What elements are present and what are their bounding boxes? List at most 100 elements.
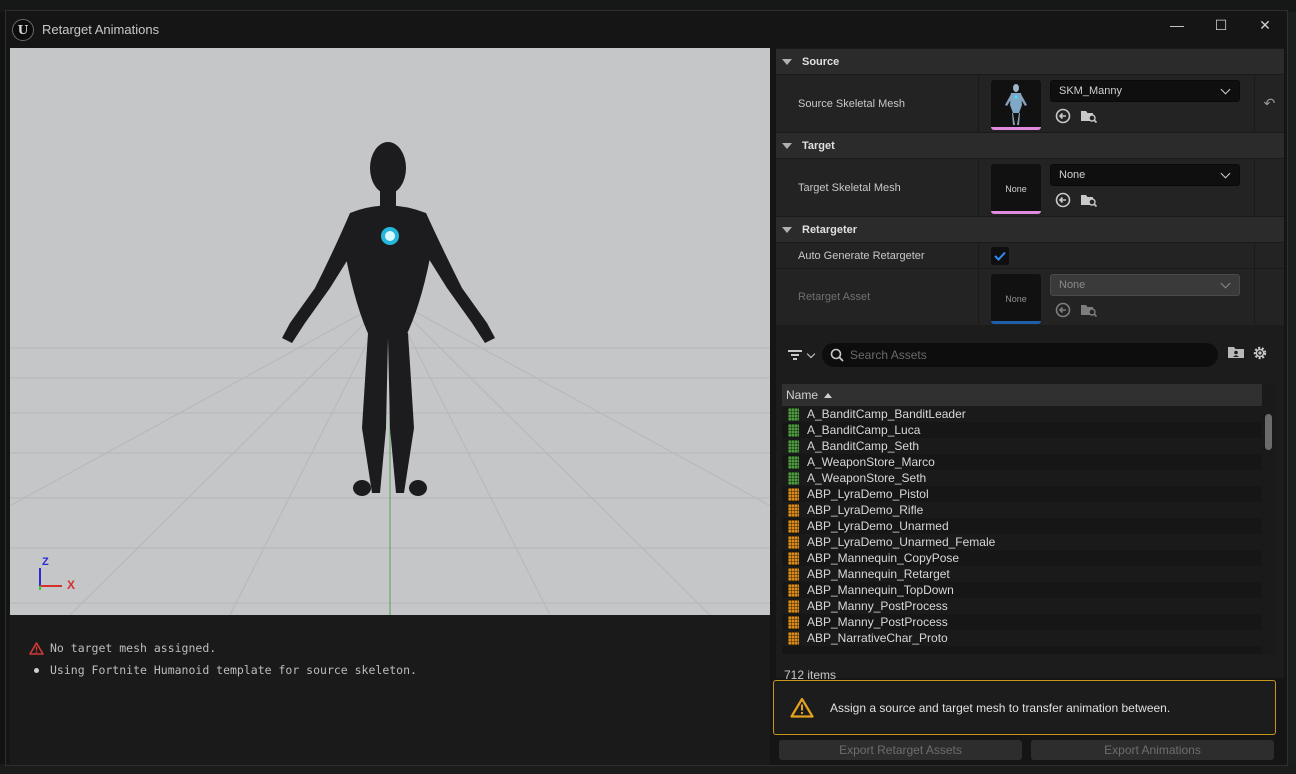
- target-mesh-dropdown[interactable]: None: [1050, 164, 1240, 186]
- asset-items: A_BanditCamp_BanditLeader A_BanditCamp_Lu…: [782, 406, 1276, 646]
- asset-name: ABP_LyraDemo_Pistol: [807, 487, 929, 501]
- search-box[interactable]: [822, 343, 1218, 367]
- asset-list-item[interactable]: ABP_LyraDemo_Unarmed_Female: [782, 534, 1262, 550]
- property-label: Auto Generate Retargeter: [776, 243, 979, 268]
- thumbnail-text: None: [1005, 294, 1027, 304]
- message-error: No target mesh assigned.: [10, 637, 770, 659]
- asset-name: A_BanditCamp_Seth: [807, 439, 920, 453]
- folder-view-icon[interactable]: [1228, 345, 1244, 366]
- asset-list-item[interactable]: ABP_LyraDemo_Rifle: [782, 502, 1262, 518]
- search-icon: [830, 348, 844, 362]
- asset-list-item[interactable]: ABP_LyraDemo_Pistol: [782, 486, 1262, 502]
- viewport-scene: [10, 142, 770, 615]
- target-mesh-thumbnail[interactable]: None: [991, 164, 1041, 214]
- asset-name: ABP_Mannequin_CopyPose: [807, 551, 960, 565]
- use-selected-asset-icon: [1054, 301, 1072, 319]
- animation-sequence-icon: [788, 407, 799, 421]
- scrollbar-thumb[interactable]: [1265, 414, 1272, 450]
- scroll-track[interactable]: [1262, 384, 1276, 654]
- window-controls: — ☐ ✕: [1155, 11, 1287, 39]
- anim-blueprint-icon: [788, 503, 799, 517]
- export-retarget-assets-button[interactable]: Export Retarget Assets: [779, 740, 1022, 760]
- asset-name: A_BanditCamp_Luca: [807, 423, 921, 437]
- retarget-asset-dropdown: None: [1050, 274, 1240, 296]
- asset-list-item[interactable]: ABP_Manny_PostProcess: [782, 598, 1262, 614]
- chevron-down-icon: [1220, 168, 1231, 178]
- asset-list-item[interactable]: ABP_Mannequin_TopDown: [782, 582, 1262, 598]
- category-label: Retargeter: [802, 223, 858, 236]
- anim-blueprint-icon: [788, 583, 799, 597]
- asset-name: ABP_Manny_PostProcess: [807, 615, 948, 629]
- animation-sequence-icon: [788, 471, 799, 485]
- asset-list-item[interactable]: A_WeaponStore_Seth: [782, 470, 1262, 486]
- asset-list-item[interactable]: ABP_Manny_PostProcess: [782, 614, 1262, 630]
- collapse-triangle-icon: [782, 226, 792, 233]
- source-mesh-thumbnail[interactable]: [991, 80, 1041, 130]
- browser-toolbar: [776, 338, 1284, 372]
- anim-blueprint-icon: [788, 615, 799, 629]
- asset-list: Name A_BanditCamp_BanditLeader A_BanditCa…: [782, 384, 1276, 654]
- asset-list-item[interactable]: ABP_Mannequin_Retarget: [782, 566, 1262, 582]
- asset-list-item[interactable]: ABP_NarrativeChar_Proto: [782, 630, 1262, 646]
- settings-gear-icon[interactable]: [1252, 345, 1268, 366]
- category-target[interactable]: Target: [776, 132, 1284, 158]
- target-skeletal-mesh-row: Target Skeletal Mesh None None: [776, 158, 1284, 216]
- category-label: Target: [802, 139, 835, 152]
- title-bar[interactable]: U Retarget Animations — ☐ ✕: [6, 11, 1287, 48]
- property-value: None None: [979, 269, 1254, 325]
- preview-viewport[interactable]: Z X: [10, 48, 770, 615]
- category-retargeter[interactable]: Retargeter: [776, 216, 1284, 242]
- asset-name: ABP_Mannequin_Retarget: [807, 567, 950, 581]
- asset-list-item[interactable]: A_WeaponStore_Marco: [782, 454, 1262, 470]
- collapse-triangle-icon: [782, 58, 792, 65]
- search-assets-input[interactable]: [850, 348, 1190, 362]
- property-value: [979, 243, 1254, 268]
- animation-sequence-icon: [788, 439, 799, 453]
- minimize-button[interactable]: —: [1155, 11, 1199, 39]
- source-mesh-dropdown[interactable]: SKM_Manny: [1050, 80, 1240, 102]
- auto-generate-checkbox[interactable]: [991, 247, 1009, 265]
- property-value: None None: [979, 159, 1254, 216]
- message-info: Using Fortnite Humanoid template for sou…: [10, 659, 770, 681]
- anim-blueprint-icon: [788, 551, 799, 565]
- close-button[interactable]: ✕: [1243, 11, 1287, 39]
- column-header-name[interactable]: Name: [782, 384, 1262, 406]
- maximize-button[interactable]: ☐: [1199, 11, 1243, 39]
- asset-name: ABP_LyraDemo_Unarmed: [807, 519, 949, 533]
- asset-list-item[interactable]: A_BanditCamp_BanditLeader: [782, 406, 1262, 422]
- use-selected-asset-icon[interactable]: [1054, 107, 1072, 125]
- filter-button[interactable]: [788, 349, 816, 361]
- asset-list-item[interactable]: A_BanditCamp_Luca: [782, 422, 1262, 438]
- anim-blueprint-icon: [788, 519, 799, 533]
- anim-blueprint-icon: [788, 567, 799, 581]
- asset-name: A_WeaponStore_Seth: [807, 471, 927, 485]
- asset-list-item[interactable]: A_BanditCamp_Seth: [782, 438, 1262, 454]
- property-label: Target Skeletal Mesh: [776, 159, 979, 216]
- browse-asset-icon[interactable]: [1080, 107, 1098, 125]
- column-label: Name: [786, 388, 819, 402]
- collapse-triangle-icon: [782, 142, 792, 149]
- asset-name: ABP_Manny_PostProcess: [807, 599, 948, 613]
- message-text: Using Fortnite Humanoid template for sou…: [50, 663, 417, 677]
- asset-list-item[interactable]: ABP_Mannequin_CopyPose: [782, 550, 1262, 566]
- property-label: Source Skeletal Mesh: [776, 75, 979, 132]
- reset-to-default-icon[interactable]: ↶: [1254, 75, 1284, 132]
- browse-asset-icon[interactable]: [1080, 191, 1098, 209]
- asset-list-item[interactable]: ABP_LyraDemo_Unarmed: [782, 518, 1262, 534]
- asset-name: ABP_NarrativeChar_Proto: [807, 631, 948, 645]
- checkmark-icon: [994, 251, 1006, 261]
- reset-column: [1254, 159, 1284, 216]
- retarget-asset-row: Retarget Asset None None: [776, 268, 1284, 325]
- property-value: SKM_Manny: [979, 75, 1254, 132]
- category-source[interactable]: Source: [776, 48, 1284, 74]
- dropdown-value: SKM_Manny: [1059, 85, 1122, 97]
- window-title: Retarget Animations: [42, 22, 160, 37]
- axis-z-label: Z: [42, 556, 49, 568]
- dropdown-value: None: [1059, 279, 1086, 291]
- use-selected-asset-icon[interactable]: [1054, 191, 1072, 209]
- export-buttons: Export Retarget Assets Export Animations: [779, 740, 1274, 760]
- chevron-down-icon: [1220, 278, 1231, 288]
- asset-browser: Name A_BanditCamp_BanditLeaderA_BanditCa…: [776, 338, 1284, 682]
- source-skeletal-mesh-row: Source Skeletal Mesh SKM_Manny ↶: [776, 74, 1284, 132]
- export-animations-button[interactable]: Export Animations: [1031, 740, 1274, 760]
